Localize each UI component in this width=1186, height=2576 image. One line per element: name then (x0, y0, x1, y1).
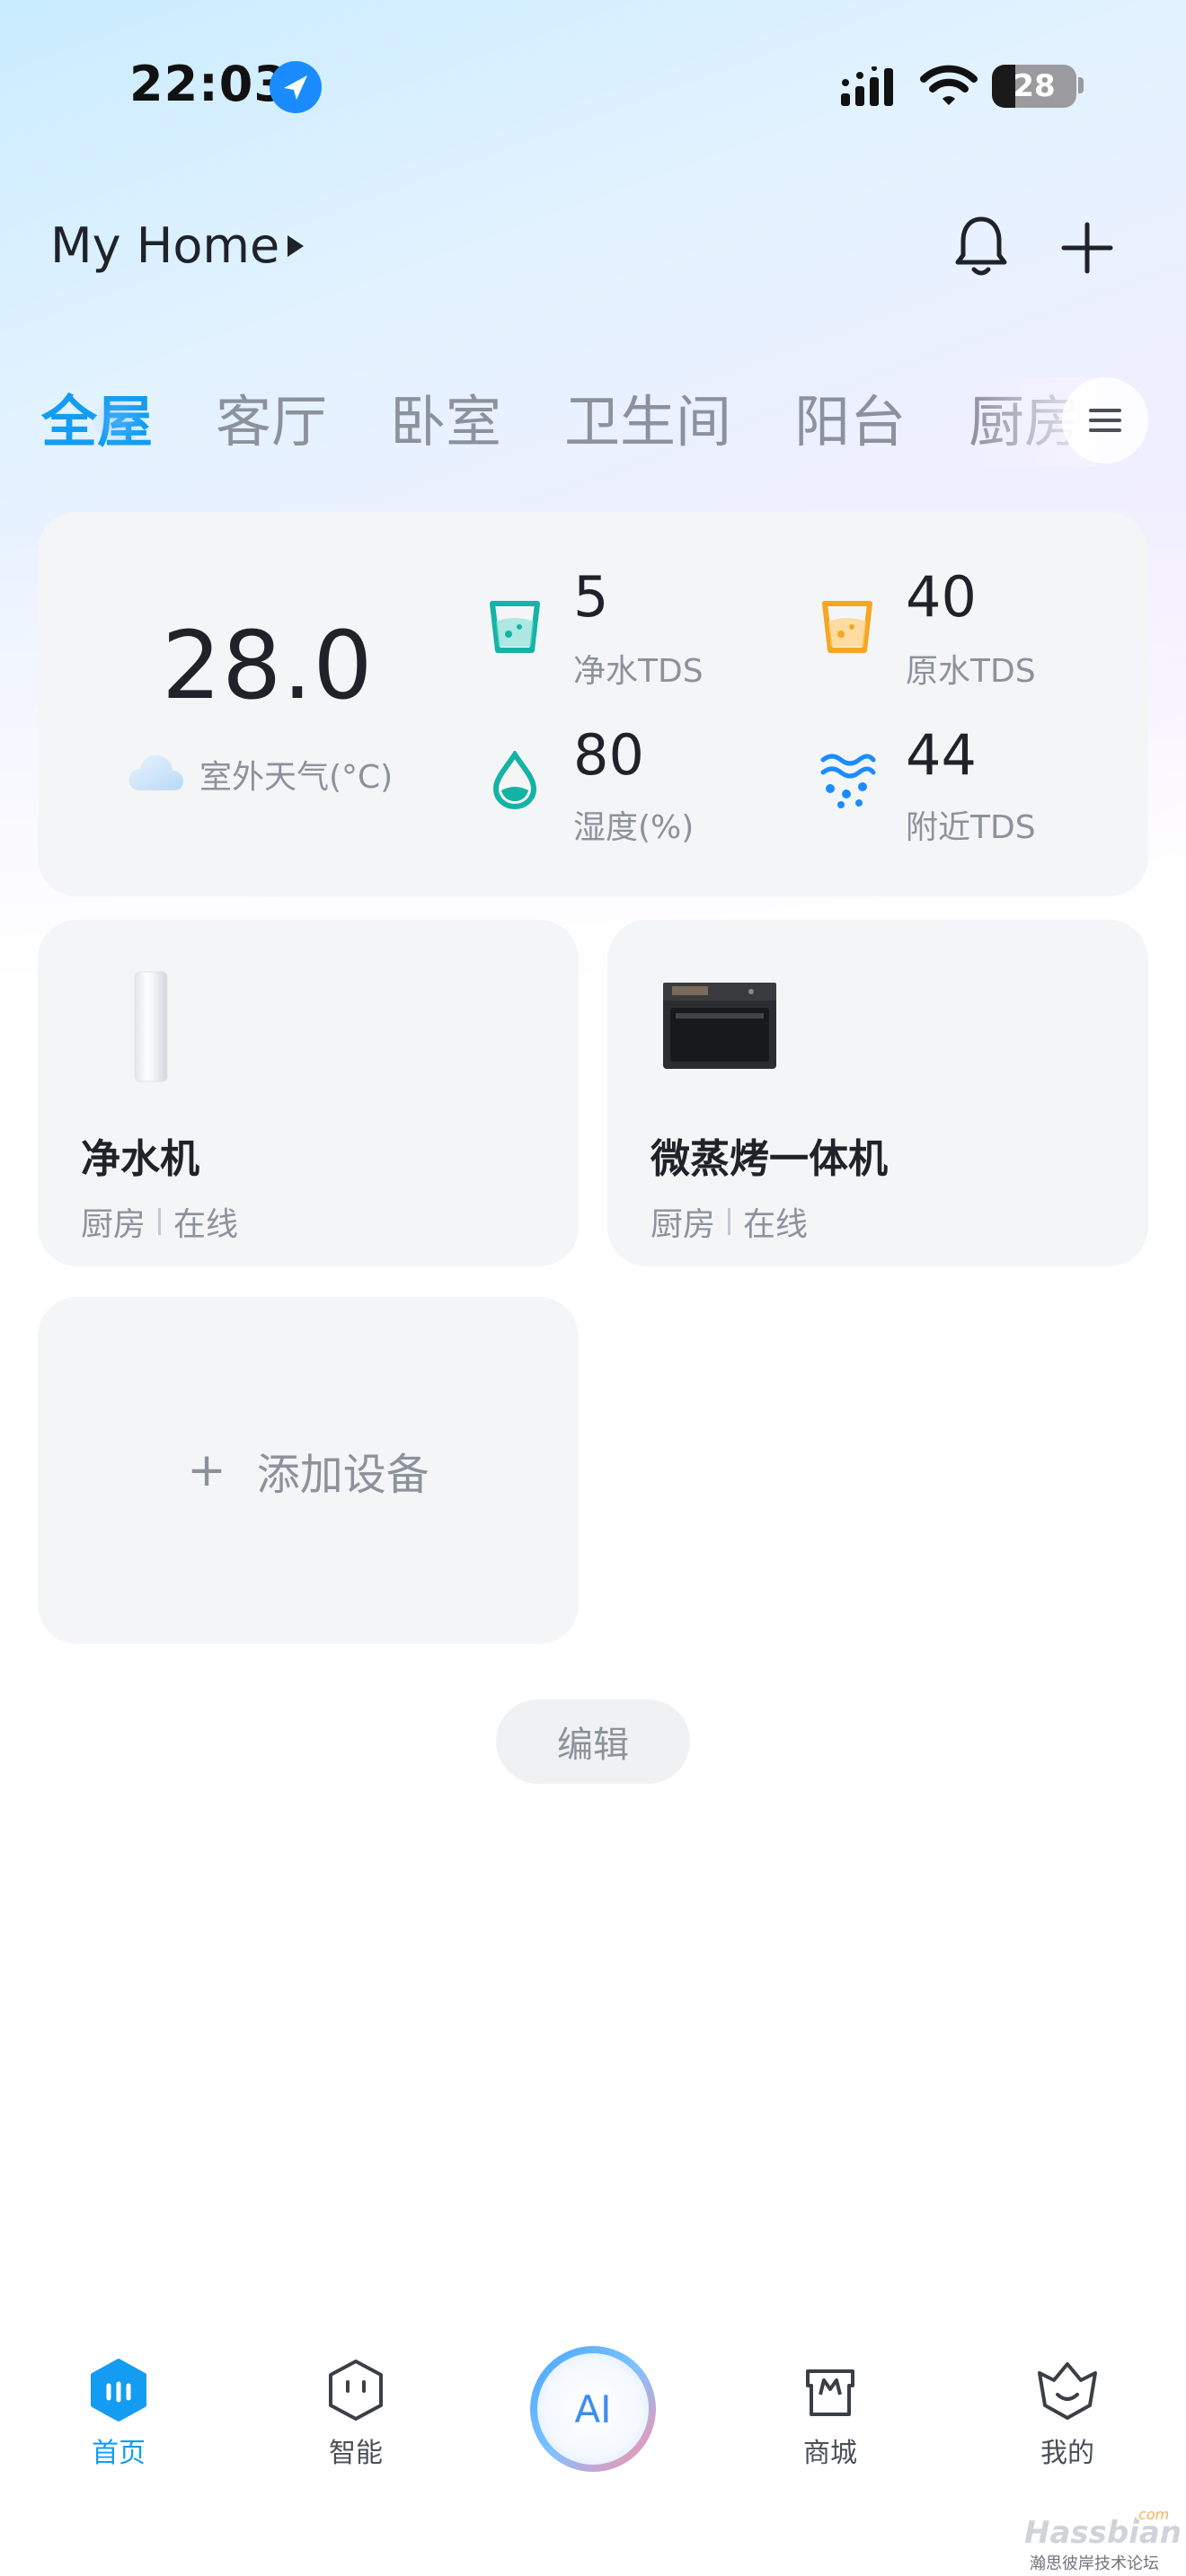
nearby-water-waves-icon (818, 751, 877, 810)
cloud-icon (126, 747, 185, 794)
hamburger-menu-icon (1089, 409, 1121, 432)
tab-balcony[interactable]: 阳台 (794, 382, 906, 463)
tab-living-room[interactable]: 客厅 (216, 382, 327, 463)
raw-tds-value: 40 (906, 564, 977, 630)
purified-tds-value: 5 (573, 564, 609, 630)
tab-active-glow (92, 394, 146, 448)
nav-home[interactable]: 首页 (47, 2359, 190, 2470)
tab-whole-house[interactable]: 全屋 (41, 382, 153, 463)
add-plus-icon[interactable] (1060, 221, 1114, 275)
plus-icon: + (187, 1443, 226, 1497)
wifi-icon (920, 63, 978, 108)
battery-tip (1078, 77, 1084, 93)
ai-button-text: AI (574, 2386, 612, 2431)
weather-label: 室外天气(°C) (199, 759, 394, 796)
nearby-tds-value: 44 (906, 722, 977, 788)
watermark-domain: .com (1134, 2506, 1170, 2523)
device-room: 厨房 (651, 1206, 716, 1243)
device-status: 在线 (743, 1206, 809, 1243)
caret-right-icon[interactable] (288, 235, 304, 257)
location-arrow-icon (270, 61, 322, 113)
mall-bag-icon (806, 2369, 854, 2416)
tab-bedroom[interactable]: 卧室 (390, 382, 501, 463)
nav-label: 商城 (803, 2438, 857, 2469)
raw-water-cup-icon (818, 596, 877, 656)
tab-bathroom[interactable]: 卫生间 (564, 382, 731, 463)
nav-label: 我的 (1040, 2438, 1094, 2469)
ai-assistant-button[interactable]: AI (528, 2344, 658, 2474)
purified-tds-label: 净水TDS (573, 653, 704, 690)
smart-face-icon (329, 2360, 383, 2421)
purified-water-cup-icon (485, 596, 544, 656)
battery-level-text: 28 (1013, 68, 1056, 104)
add-device-label: 添加设备 (256, 1450, 429, 1500)
humidity-drop-icon (485, 749, 544, 810)
room-menu-button[interactable] (1062, 377, 1148, 463)
nearby-tds-label: 附近TDS (906, 809, 1036, 846)
room-tabs: 全屋 客厅 卧室 卫生间 阳台 厨房 (41, 382, 1075, 463)
add-device-content: + 添加设备 (187, 1439, 429, 1502)
nav-profile[interactable]: 我的 (996, 2359, 1139, 2470)
nav-label: 智能 (329, 2438, 383, 2469)
device-status: 在线 (173, 1206, 239, 1243)
divider (158, 1208, 162, 1235)
outdoor-temperature: 28.0 (162, 611, 374, 720)
profile-crown-icon (1038, 2362, 1097, 2420)
status-time: 22:03 (129, 56, 288, 112)
raw-tds-label: 原水TDS (906, 653, 1036, 690)
home-icon (91, 2359, 146, 2422)
device-name: 微蒸烤一体机 (651, 1136, 888, 1182)
add-device-button[interactable]: + 添加设备 (38, 1297, 579, 1644)
humidity-label: 湿度(%) (573, 809, 695, 846)
device-name: 净水机 (81, 1136, 199, 1182)
water-purifier-icon (131, 970, 171, 1083)
battery-icon: 28 (992, 65, 1076, 108)
nav-mall[interactable]: 商城 (758, 2359, 902, 2470)
device-subtitle: 厨房 在线 (81, 1198, 238, 1245)
device-subtitle: 厨房 在线 (651, 1198, 808, 1245)
nav-label: 首页 (92, 2438, 146, 2469)
divider (728, 1208, 731, 1235)
humidity-value: 80 (573, 722, 644, 788)
nav-smart[interactable]: 智能 (284, 2359, 428, 2470)
cellular-signal-icon (841, 66, 902, 106)
watermark-subtitle: 瀚思彼岸技术论坛 (1030, 2554, 1159, 2573)
bell-icon[interactable] (952, 214, 1010, 278)
home-selector[interactable]: My Home (50, 217, 279, 274)
edit-button[interactable]: 编辑 (496, 1699, 690, 1784)
device-room: 厨房 (81, 1206, 146, 1243)
steam-oven-icon (661, 981, 778, 1071)
